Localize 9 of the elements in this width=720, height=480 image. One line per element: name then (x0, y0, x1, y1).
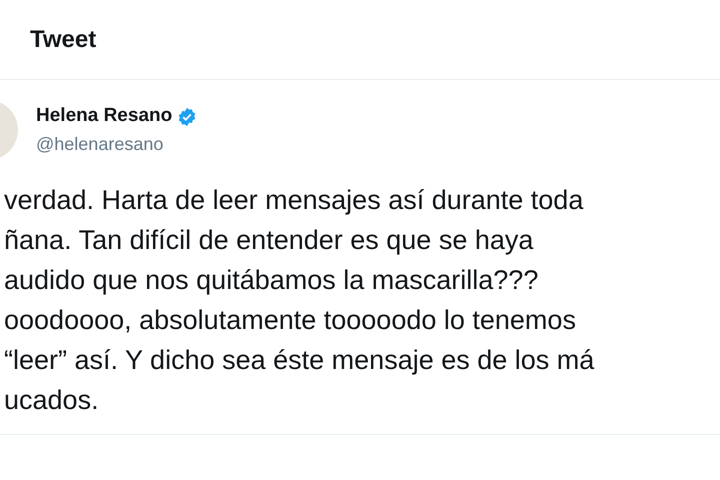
author-name[interactable]: Helena Resano (36, 102, 172, 131)
page-title: Tweet (30, 24, 96, 54)
tweet-text-line: verdad. Harta de leer mensajes así durante toda (3, 184, 584, 217)
tweet-text-line: ñana. Tan difícil de entender es que se haya (3, 224, 534, 257)
author-handle[interactable]: @helenaresano (36, 130, 198, 158)
tweet-text-line: audido que nos quitábamos la mascarilla??? (3, 264, 540, 297)
tweet-text-line: ucados. (3, 384, 100, 417)
tweet-text-line: ooodoooo, absolutamente tooooodo lo tenemos (3, 304, 577, 337)
tweet-text-line: “leer” así. Y dicho sea éste mensaje es de los má (3, 344, 596, 377)
